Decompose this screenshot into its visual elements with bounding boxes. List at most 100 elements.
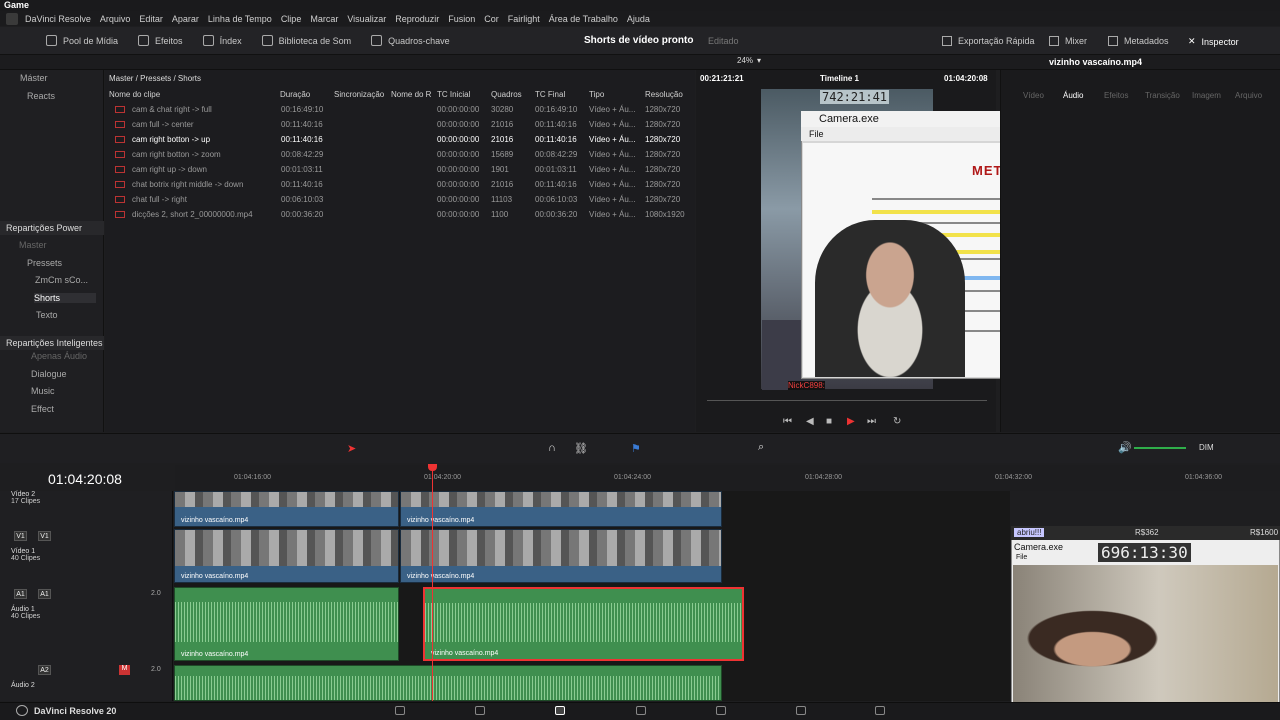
bin-master[interactable]: Máster [20,73,48,83]
volume-slider[interactable] [1134,447,1186,449]
play-icon[interactable]: ▶ [847,416,855,427]
track-v1-dest[interactable]: V1 [14,531,27,541]
track-video-1[interactable]: Vídeo 1 40 Clipes [11,548,40,562]
inspector-tab-audio[interactable]: Áudio [1063,91,1083,100]
menu-linha-de-tempo[interactable]: Linha de Tempo [208,14,272,24]
page-edit-icon[interactable] [555,706,565,715]
col-tc-end[interactable]: TC Final [535,90,565,99]
video-clip[interactable]: vizinho vascaíno.mp4 [400,529,722,583]
audio-clip[interactable] [174,665,722,701]
smart-bin-music[interactable]: Music [31,386,55,396]
col-reel-name[interactable]: Nome do R [391,90,431,99]
audio-clip[interactable]: vizinho vascaíno.mp4 [174,587,399,661]
mute-icon[interactable]: M [119,665,130,675]
col-tc-start[interactable]: TC Inicial [437,90,470,99]
power-bin-zmcm[interactable]: ZmCm sCo... [35,275,88,285]
menu-arquivo[interactable]: Arquivo [100,14,131,24]
keyframes-button[interactable]: Quadros-chave [371,35,450,46]
col-clip-name[interactable]: Nome do clipe [109,90,160,99]
page-cut-icon[interactable] [475,706,485,715]
page-media-icon[interactable] [395,706,405,715]
stop-icon[interactable]: ■ [826,416,832,427]
timeline-name[interactable]: Timeline 1 [820,74,859,83]
clip-row[interactable]: dicções 2, short 2_00000000.mp4 00:00:36:… [105,207,695,222]
breadcrumb[interactable]: Master / Pressets / Shorts [109,74,201,83]
menu-reproduzir[interactable]: Reproduzir [395,14,439,24]
smart-bin-audio-only[interactable]: Apenas Áudio [31,351,87,361]
col-frames[interactable]: Quadros [491,90,522,99]
inspector-button[interactable]: ✕ Inspector [1188,36,1239,47]
track-video-2[interactable]: Vídeo 2 17 Clipes [11,491,40,505]
flag-icon[interactable]: ⚑ [631,442,641,455]
clip-row[interactable]: chat botrix right middle -> down 00:11:40… [105,177,695,192]
track-audio-2[interactable]: Áudio 2 [11,682,35,689]
playhead-handle[interactable] [428,464,437,471]
menu-ajuda[interactable]: Ajuda [627,14,650,24]
sound-library-button[interactable]: Biblioteca de Som [261,35,351,46]
menu-davinci[interactable]: DaVinci Resolve [25,14,91,24]
webcam-file-menu[interactable]: File [1016,554,1027,561]
effects-button[interactable]: Efeitos [138,35,183,46]
track-a1-source[interactable]: A1 [38,589,51,599]
video-clip[interactable]: vizinho vascaíno.mp4 [400,491,722,527]
snapping-icon[interactable]: ∩ [548,442,556,454]
menu-editar[interactable]: Editar [139,14,163,24]
track-a1-gain[interactable]: 2.0 [151,590,161,597]
track-v1-source[interactable]: V1 [38,531,51,541]
video-clip[interactable]: vizinho vascaíno.mp4 [174,529,399,583]
clip-row-selected[interactable]: cam right botton -> up 00:11:40:16 00:00:0… [105,132,695,147]
selection-tool-icon[interactable]: ➤ [347,442,356,455]
volume-icon[interactable]: 🔊 [1118,441,1132,454]
inspector-tab-effects[interactable]: Efeitos [1104,91,1128,100]
skip-start-icon[interactable]: ⏮ [783,416,792,427]
inspector-tab-transition[interactable]: Transição [1145,91,1180,100]
clip-row[interactable]: cam & chat right -> full 00:16:49:10 00:00… [105,102,695,117]
viewer-scrubber[interactable] [707,400,987,401]
page-color-icon[interactable] [716,706,726,715]
link-icon[interactable]: ⛓ [574,442,588,455]
media-pool-button[interactable]: Pool de Mídia [46,35,118,46]
menu-fusion[interactable]: Fusion [448,14,475,24]
page-fusion-icon[interactable] [636,706,646,715]
zoom-icon[interactable]: ⌕ [758,441,764,454]
track-audio-1[interactable]: Áudio 1 40 Clipes [11,606,40,620]
menu-aparar[interactable]: Aparar [172,14,199,24]
bin-reacts[interactable]: Reacts [27,91,55,101]
menu-fairlight[interactable]: Fairlight [508,14,540,24]
track-a2-gain[interactable]: 2.0 [151,666,161,673]
menu-cor[interactable]: Cor [484,14,499,24]
quick-export-button[interactable]: Exportação Rápida [942,36,1035,46]
clip-row[interactable]: chat full -> right 00:06:10:03 00:00:00:00… [105,192,695,207]
track-a2-source[interactable]: A2 [38,665,51,675]
smart-bin-effect[interactable]: Effect [31,404,54,414]
index-button[interactable]: Índex [202,35,242,46]
power-bin-master[interactable]: Master [19,240,47,250]
smart-bin-dialogue[interactable]: Dialogue [31,369,67,379]
step-back-icon[interactable]: ◀ [806,416,814,427]
loop-icon[interactable]: ↻ [893,416,901,427]
inspector-tab-image[interactable]: Imagem [1192,91,1221,100]
col-resolution[interactable]: Resolução [645,90,683,99]
timeline-ruler[interactable] [175,465,1280,491]
col-duration[interactable]: Duração [280,90,310,99]
col-type[interactable]: Tipo [589,90,604,99]
track-a1-dest[interactable]: A1 [14,589,27,599]
power-bin-shorts[interactable]: Shorts [34,293,96,303]
menu-marcar[interactable]: Marcar [310,14,338,24]
zoom-select[interactable]: 24% ▾ [737,56,761,65]
clip-row[interactable]: cam right up -> down 00:01:03:11 00:00:00:… [105,162,695,177]
mixer-button[interactable]: Mixer [1049,36,1087,46]
inspector-tab-file[interactable]: Arquivo [1235,91,1262,100]
power-bin-pressets[interactable]: Pressets [27,258,62,268]
menu-visualizar[interactable]: Visualizar [347,14,386,24]
clip-row[interactable]: cam right botton -> zoom 00:08:42:29 00:00… [105,147,695,162]
page-deliver-icon[interactable] [875,706,885,715]
menu-area-de-trabalho[interactable]: Área de Trabalho [549,14,618,24]
timeline-timecode[interactable]: 01:04:20:08 [48,471,122,487]
inspector-tab-video[interactable]: Vídeo [1023,91,1044,100]
metadata-button[interactable]: Metadados [1108,36,1169,46]
video-clip[interactable]: vizinho vascaíno.mp4 [174,491,399,527]
skip-end-icon[interactable]: ⏭ [867,416,876,427]
playhead[interactable] [432,466,433,701]
power-bin-texto[interactable]: Texto [36,310,58,320]
